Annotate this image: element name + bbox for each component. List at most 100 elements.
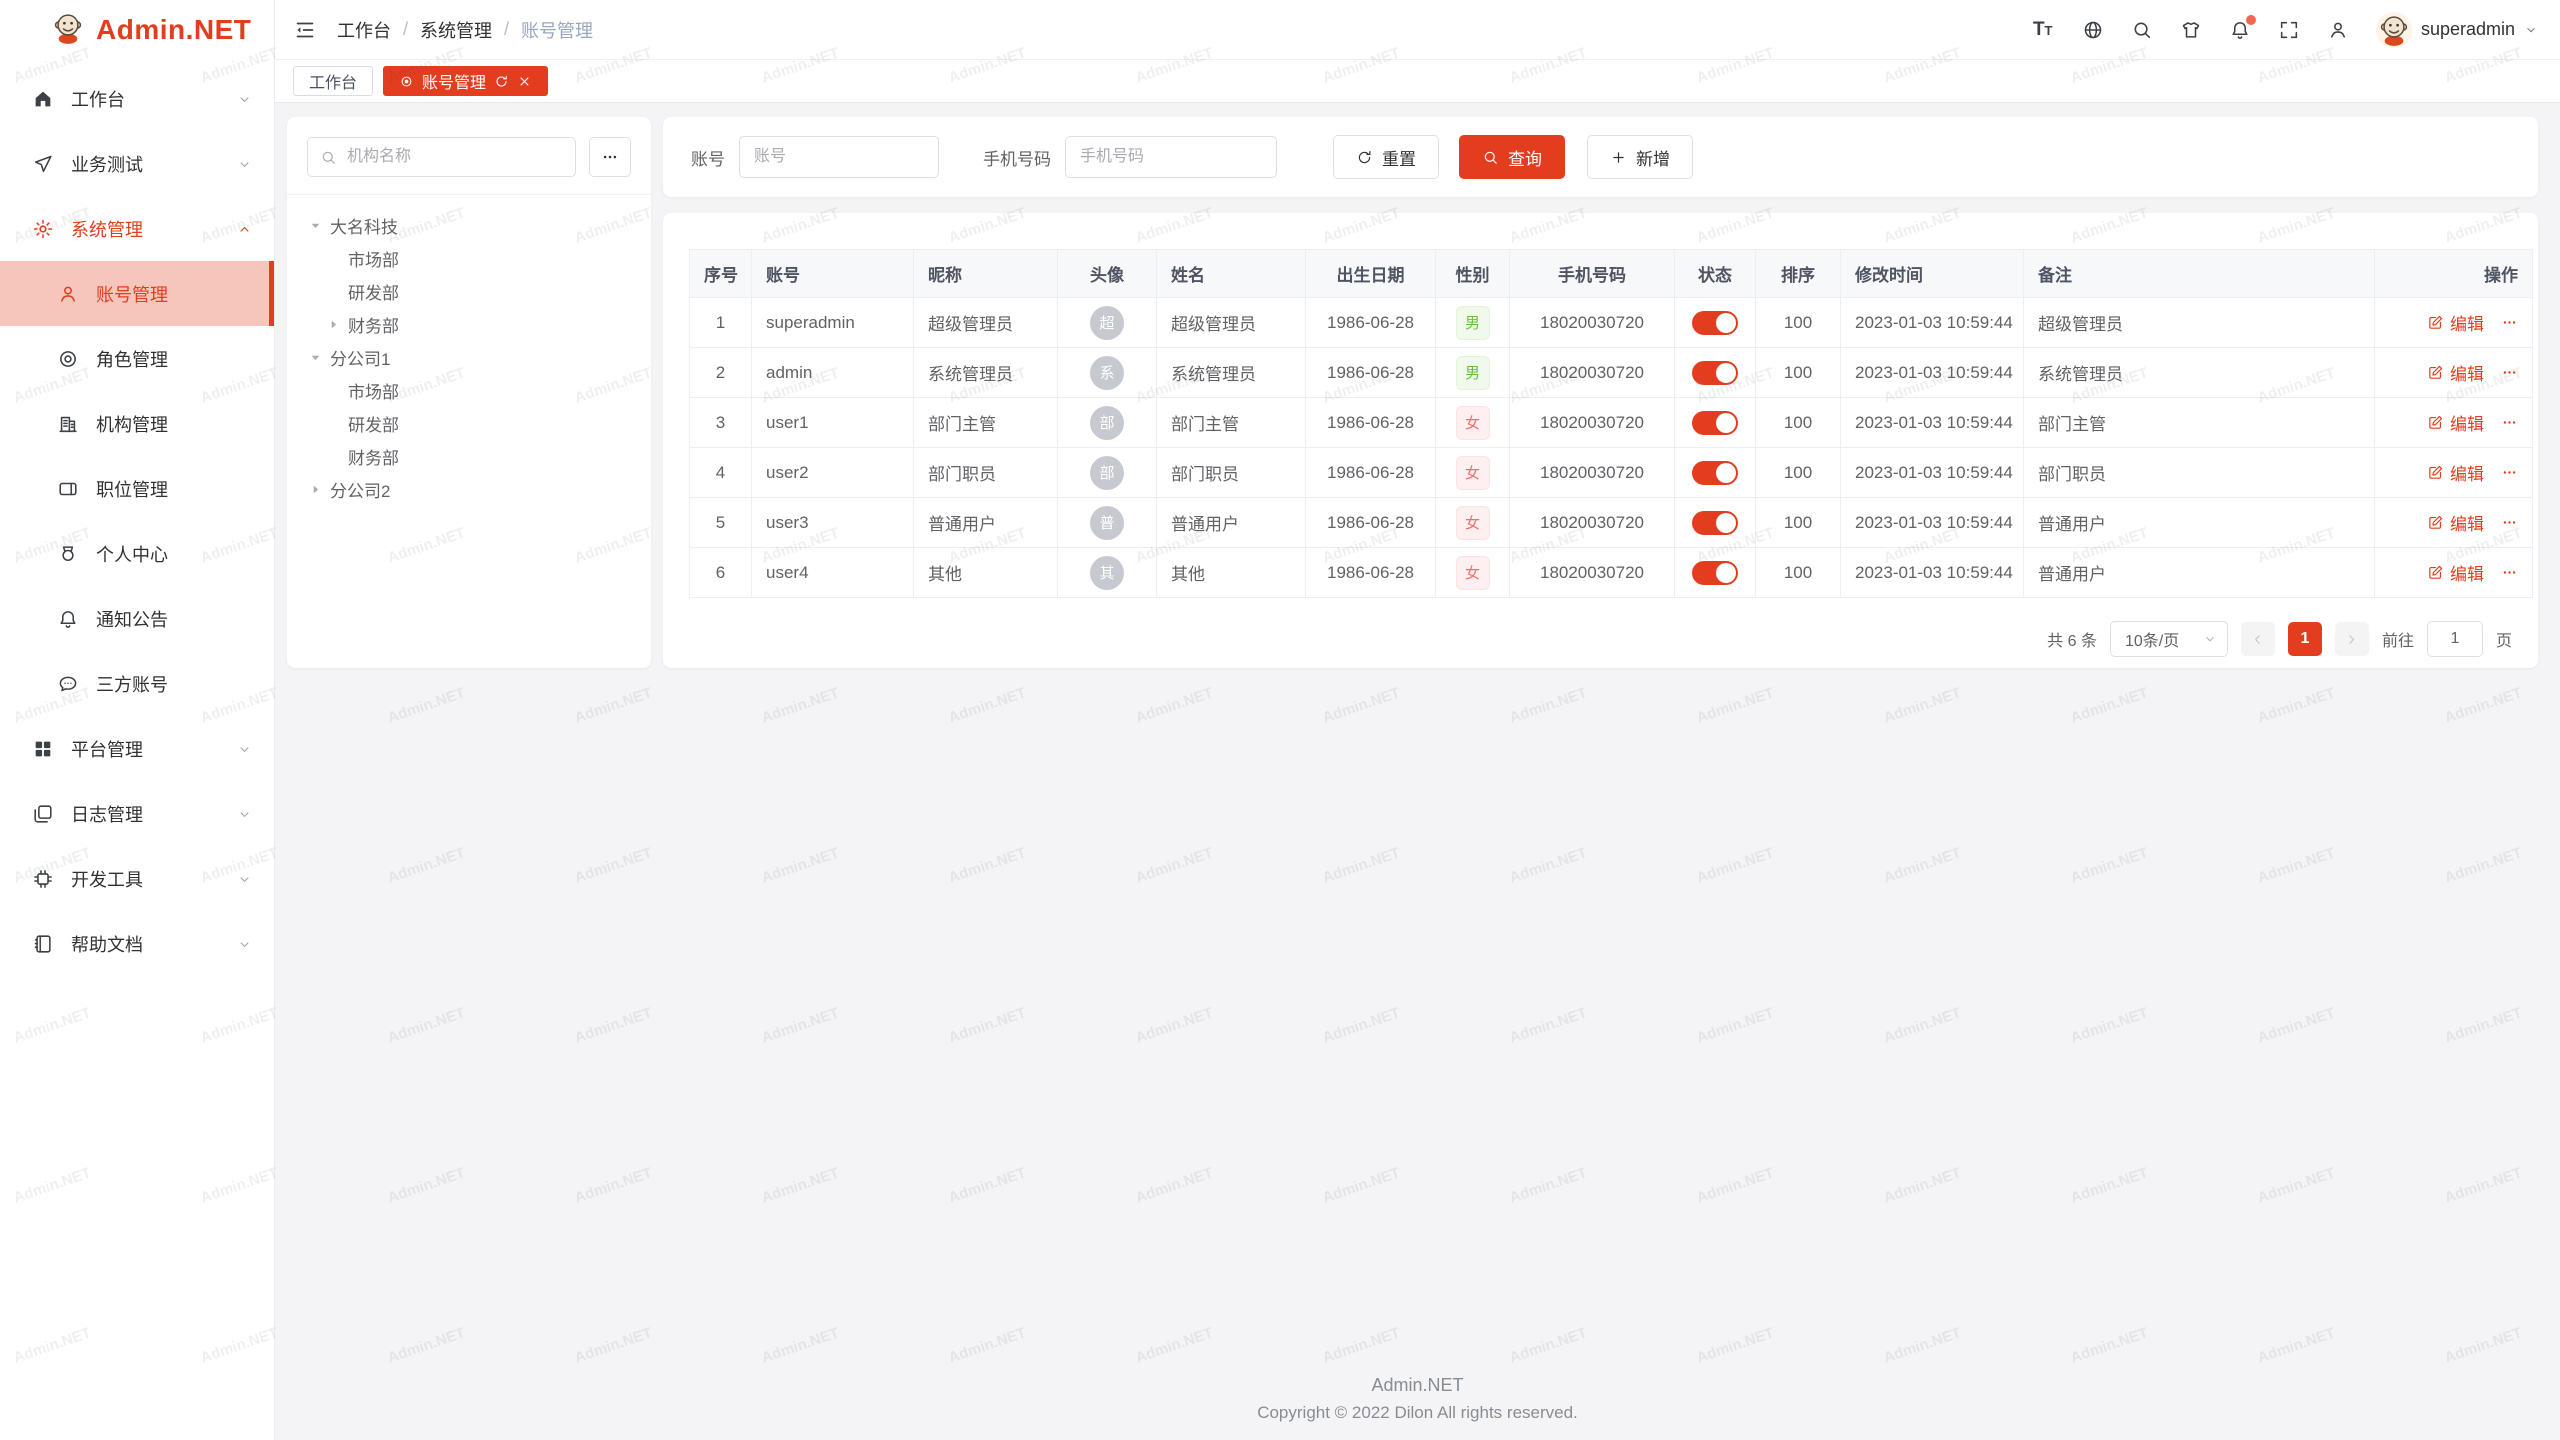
cell-avatar: 其 xyxy=(1058,548,1157,598)
edit-button[interactable]: 编辑 xyxy=(2427,510,2484,535)
cell-modified: 2023-01-03 10:59:44 xyxy=(1841,498,2024,548)
breadcrumb-item[interactable]: 系统管理 xyxy=(420,17,492,43)
breadcrumb-item[interactable]: 账号管理 xyxy=(521,17,593,43)
tree-caret-icon[interactable] xyxy=(308,218,323,233)
tree-node-label: 分公司2 xyxy=(330,477,390,502)
user-menu[interactable]: superadmin xyxy=(2376,12,2538,48)
brand: Admin.NET xyxy=(0,0,274,60)
sidebar-item-third-party-account[interactable]: 三方账号 xyxy=(0,651,274,716)
tree-caret-spacer xyxy=(326,383,341,398)
tree-node[interactable]: 财务部 xyxy=(295,308,643,341)
edit-button[interactable]: 编辑 xyxy=(2427,410,2484,435)
edit-button[interactable]: 编辑 xyxy=(2427,560,2484,585)
cell-sort: 100 xyxy=(1756,348,1841,398)
status-toggle[interactable] xyxy=(1692,361,1738,385)
org-search-input[interactable] xyxy=(345,147,563,167)
sidebar-item-help-docs[interactable]: 帮助文档 xyxy=(0,911,274,976)
table-row: 2admin系统管理员系系统管理员1986-06-28男180200307201… xyxy=(690,348,2533,398)
more-actions-button[interactable] xyxy=(2501,364,2518,381)
col-gender: 性别 xyxy=(1436,250,1510,298)
cell-remark: 系统管理员 xyxy=(2024,348,2375,398)
tree-node[interactable]: 研发部 xyxy=(295,275,643,308)
account-input[interactable] xyxy=(739,136,939,178)
breadcrumb: 工作台/系统管理/账号管理 xyxy=(337,17,593,43)
status-toggle[interactable] xyxy=(1692,411,1738,435)
tree-node[interactable]: 分公司1 xyxy=(295,341,643,374)
sidebar-item-position-management[interactable]: 职位管理 xyxy=(0,456,274,521)
status-toggle[interactable] xyxy=(1692,311,1738,335)
tree-caret-icon[interactable] xyxy=(308,350,323,365)
status-toggle[interactable] xyxy=(1692,461,1738,485)
gear-icon xyxy=(32,218,54,240)
theme-icon[interactable] xyxy=(2180,19,2202,41)
search-button[interactable]: 查询 xyxy=(1459,135,1565,179)
cell-account: user1 xyxy=(752,398,914,448)
more-actions-button[interactable] xyxy=(2501,564,2518,581)
bell-icon xyxy=(57,608,79,630)
tree-node[interactable]: 研发部 xyxy=(295,407,643,440)
edit-button[interactable]: 编辑 xyxy=(2427,360,2484,385)
status-toggle[interactable] xyxy=(1692,511,1738,535)
tree-node[interactable]: 市场部 xyxy=(295,374,643,407)
sidebar-item-label: 通知公告 xyxy=(96,606,252,632)
fullscreen-icon[interactable] xyxy=(2278,19,2300,41)
cell-modified: 2023-01-03 10:59:44 xyxy=(1841,448,2024,498)
font-size-icon[interactable]: TT xyxy=(2033,19,2055,41)
tree-node-label: 财务部 xyxy=(348,312,399,337)
search-icon[interactable] xyxy=(2131,19,2153,41)
goto-label: 前往 xyxy=(2382,627,2414,651)
tree-node[interactable]: 财务部 xyxy=(295,440,643,473)
reset-button[interactable]: 重置 xyxy=(1333,135,1439,179)
page-size-select[interactable]: 10条/页 xyxy=(2110,621,2228,657)
page-1-button[interactable]: 1 xyxy=(2288,622,2322,656)
notification-icon[interactable] xyxy=(2229,19,2251,41)
col-modified: 修改时间 xyxy=(1841,250,2024,298)
sidebar-item-account-management[interactable]: 账号管理 xyxy=(0,261,274,326)
sidebar-item-notice[interactable]: 通知公告 xyxy=(0,586,274,651)
sidebar-item-system-management[interactable]: 系统管理 xyxy=(0,196,274,261)
sidebar-item-workbench[interactable]: 工作台 xyxy=(0,66,274,131)
tab-refresh-icon[interactable] xyxy=(494,74,509,89)
sidebar-item-business-test[interactable]: 业务测试 xyxy=(0,131,274,196)
next-page-button[interactable] xyxy=(2335,622,2369,656)
sidebar-item-dev-tools[interactable]: 开发工具 xyxy=(0,846,274,911)
cell-nickname: 系统管理员 xyxy=(914,348,1058,398)
tree-caret-icon[interactable] xyxy=(308,482,323,497)
sidebar-item-role-management[interactable]: 角色管理 xyxy=(0,326,274,391)
tree-caret-icon[interactable] xyxy=(326,317,341,332)
cell-sort: 100 xyxy=(1756,398,1841,448)
more-actions-button[interactable] xyxy=(2501,314,2518,331)
cell-avatar: 系 xyxy=(1058,348,1157,398)
sidebar-fold-icon[interactable] xyxy=(293,18,317,42)
phone-input[interactable] xyxy=(1065,136,1277,178)
breadcrumb-item[interactable]: 工作台 xyxy=(337,17,391,43)
avatar-badge: 其 xyxy=(1090,556,1124,590)
add-button[interactable]: 新增 xyxy=(1587,135,1693,179)
tree-node[interactable]: 大名科技 xyxy=(295,209,643,242)
sidebar-item-platform-management[interactable]: 平台管理 xyxy=(0,716,274,781)
tab-workbench[interactable]: 工作台 xyxy=(293,66,373,96)
more-actions-button[interactable] xyxy=(2501,414,2518,431)
edit-button[interactable]: 编辑 xyxy=(2427,460,2484,485)
tree-node[interactable]: 市场部 xyxy=(295,242,643,275)
profile-icon[interactable] xyxy=(2327,19,2349,41)
medal-icon xyxy=(57,543,79,565)
tab-close-icon[interactable] xyxy=(517,74,532,89)
cell-modified: 2023-01-03 10:59:44 xyxy=(1841,298,2024,348)
more-actions-button[interactable] xyxy=(2501,514,2518,531)
tab-account-management[interactable]: 账号管理 xyxy=(383,66,548,96)
status-toggle[interactable] xyxy=(1692,561,1738,585)
edit-button[interactable]: 编辑 xyxy=(2427,310,2484,335)
language-icon[interactable] xyxy=(2082,19,2104,41)
sidebar-item-profile-center[interactable]: 个人中心 xyxy=(0,521,274,586)
prev-page-button[interactable] xyxy=(2241,622,2275,656)
more-actions-button[interactable] xyxy=(2501,464,2518,481)
col-name: 姓名 xyxy=(1157,250,1306,298)
sidebar-item-log-management[interactable]: 日志管理 xyxy=(0,781,274,846)
sidebar-item-label: 日志管理 xyxy=(71,801,237,827)
tree-more-button[interactable] xyxy=(589,137,631,177)
tree-node[interactable]: 分公司2 xyxy=(295,473,643,506)
goto-page-input[interactable] xyxy=(2427,621,2483,657)
sidebar-item-org-management[interactable]: 机构管理 xyxy=(0,391,274,456)
content: 大名科技市场部研发部财务部分公司1市场部研发部财务部分公司2 账号 手机号码 重… xyxy=(275,103,2560,1440)
